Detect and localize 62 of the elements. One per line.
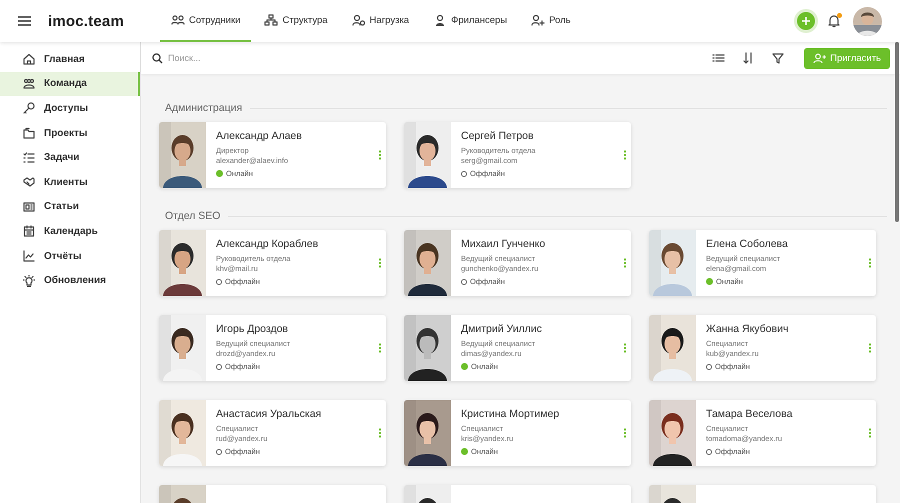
sidebar-item[interactable]: Отчёты bbox=[0, 244, 140, 268]
more-icon[interactable] bbox=[378, 428, 382, 438]
more-icon[interactable] bbox=[378, 258, 382, 268]
people-icon bbox=[23, 78, 35, 90]
key-icon bbox=[23, 102, 35, 114]
section-title: Отдел SEO bbox=[165, 210, 220, 222]
more-icon[interactable] bbox=[623, 258, 627, 268]
nav-tab[interactable]: Фрилансеры bbox=[422, 0, 518, 42]
bell-icon[interactable] bbox=[827, 14, 841, 28]
avatar[interactable] bbox=[853, 6, 882, 36]
home-icon bbox=[23, 53, 35, 66]
more-icon[interactable] bbox=[378, 150, 382, 160]
chart-icon bbox=[23, 250, 35, 262]
member-name: Александр Алаев bbox=[216, 130, 302, 142]
more-icon[interactable] bbox=[868, 428, 872, 438]
sidebar-item[interactable]: Команда bbox=[0, 72, 140, 96]
nav-tab[interactable]: Роль bbox=[520, 0, 582, 42]
sidebar-item[interactable]: Обновления bbox=[0, 268, 140, 293]
member-name: Игорь Дроздов bbox=[216, 323, 288, 335]
nav-tab[interactable]: Структура bbox=[253, 0, 339, 42]
section-title: Администрация bbox=[165, 102, 242, 114]
user-icon bbox=[352, 14, 366, 26]
task-list-icon bbox=[23, 152, 35, 164]
menu-icon[interactable] bbox=[18, 16, 30, 26]
member-name: Жанна Якубович bbox=[706, 323, 788, 335]
member-name: Михаил Гунченко bbox=[461, 238, 546, 250]
member-name: Тамара Веселова bbox=[706, 408, 792, 420]
more-icon[interactable] bbox=[378, 343, 382, 353]
member-name: Сергей Петров bbox=[461, 130, 534, 142]
sidebar-item[interactable]: Статьи bbox=[0, 194, 140, 220]
member-name: Александр Кораблев bbox=[216, 238, 318, 250]
sidebar-item[interactable]: Проекты bbox=[0, 120, 140, 146]
scrollbar[interactable] bbox=[895, 42, 899, 222]
more-icon[interactable] bbox=[623, 428, 627, 438]
user-add-icon bbox=[813, 52, 826, 64]
member-name: Анастасия Уральская bbox=[216, 408, 322, 420]
sidebar-item[interactable]: Задачи bbox=[0, 145, 140, 170]
more-icon[interactable] bbox=[623, 343, 627, 353]
more-icon[interactable] bbox=[868, 343, 872, 353]
user-add-icon bbox=[531, 14, 546, 26]
lightbulb-icon bbox=[23, 274, 35, 287]
search-icon bbox=[152, 52, 163, 64]
sidebar-item[interactable]: Главная bbox=[0, 47, 140, 72]
nav-tab[interactable]: Нагрузка bbox=[340, 0, 420, 42]
calendar-icon bbox=[23, 225, 35, 238]
more-icon[interactable] bbox=[868, 258, 872, 268]
filter-icon[interactable] bbox=[771, 51, 786, 65]
member-name: Елена Соболева bbox=[706, 238, 788, 250]
hierarchy-icon bbox=[264, 14, 278, 26]
add-button[interactable] bbox=[797, 12, 815, 30]
more-icon[interactable] bbox=[623, 150, 627, 160]
newspaper-icon bbox=[23, 200, 35, 213]
search-field[interactable]: Поиск... bbox=[166, 52, 370, 64]
logo[interactable]: imoc.team bbox=[48, 0, 160, 42]
plus-icon bbox=[802, 17, 810, 25]
sidebar-item[interactable]: Календарь bbox=[0, 219, 140, 244]
member-name: Кристина Мортимер bbox=[461, 408, 560, 420]
member-name: Дмитрий Уиллис bbox=[461, 323, 542, 335]
sidebar-item[interactable]: Доступы bbox=[0, 96, 140, 121]
people-icon bbox=[171, 14, 185, 26]
folder-icon bbox=[23, 127, 35, 140]
sidebar-item[interactable]: Клиенты bbox=[0, 170, 140, 195]
